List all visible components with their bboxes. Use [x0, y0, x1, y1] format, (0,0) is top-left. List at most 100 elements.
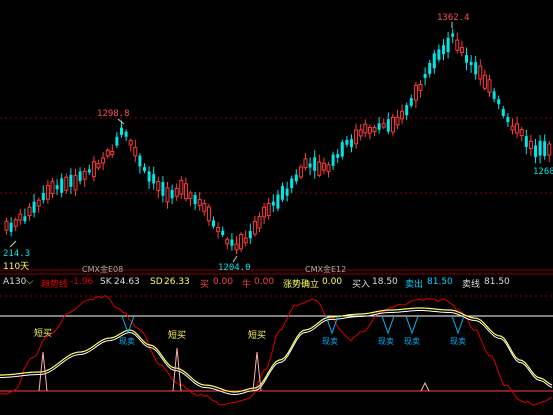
candle[interactable] — [350, 139, 353, 148]
candle[interactable] — [147, 171, 151, 182]
candle[interactable] — [50, 180, 55, 194]
candlestick-series[interactable] — [4, 28, 552, 254]
candle[interactable] — [197, 199, 202, 206]
candle[interactable] — [510, 125, 515, 131]
candle[interactable] — [395, 116, 400, 126]
candle[interactable] — [73, 174, 78, 191]
candle[interactable] — [64, 176, 69, 191]
candle[interactable] — [138, 155, 142, 167]
candle[interactable] — [303, 158, 308, 169]
candle[interactable] — [13, 219, 18, 227]
candle[interactable] — [32, 201, 36, 213]
candle[interactable] — [271, 201, 275, 206]
candle[interactable] — [336, 154, 340, 158]
candle[interactable] — [165, 187, 170, 203]
candle[interactable] — [451, 33, 455, 37]
indicator-name[interactable]: A130⌵ — [3, 277, 33, 287]
candle[interactable] — [115, 136, 119, 146]
candle[interactable] — [534, 145, 537, 158]
candle[interactable] — [474, 62, 478, 75]
candle[interactable] — [276, 194, 280, 209]
candle[interactable] — [405, 105, 409, 116]
candle[interactable] — [354, 129, 359, 145]
candle[interactable] — [174, 187, 179, 197]
candle[interactable] — [367, 126, 372, 134]
candle[interactable] — [110, 150, 115, 156]
candle[interactable] — [413, 84, 418, 101]
candle[interactable] — [497, 99, 501, 105]
candle[interactable] — [18, 213, 23, 221]
candle[interactable] — [308, 163, 312, 168]
candle[interactable] — [82, 170, 87, 180]
candle[interactable] — [91, 161, 96, 178]
candle[interactable] — [363, 123, 368, 134]
period-label[interactable]: 110天 — [3, 262, 29, 273]
candle[interactable] — [381, 123, 386, 128]
candle[interactable] — [321, 162, 326, 171]
candle[interactable] — [60, 178, 64, 193]
candle[interactable] — [390, 116, 395, 133]
candle[interactable] — [257, 215, 262, 229]
candle[interactable] — [239, 233, 244, 250]
candle[interactable] — [442, 45, 445, 55]
candle[interactable] — [101, 157, 106, 164]
candle[interactable] — [161, 182, 165, 196]
candle[interactable] — [143, 167, 146, 172]
candle[interactable] — [36, 199, 41, 207]
candle[interactable] — [152, 174, 156, 184]
candle[interactable] — [409, 98, 413, 106]
candle[interactable] — [120, 127, 123, 135]
candle[interactable] — [538, 140, 542, 156]
candle[interactable] — [331, 154, 335, 166]
candle[interactable] — [313, 157, 317, 171]
candle[interactable] — [202, 202, 207, 212]
candle[interactable] — [418, 84, 423, 91]
candle[interactable] — [478, 65, 483, 80]
candle[interactable] — [423, 74, 427, 79]
candle[interactable] — [386, 119, 390, 132]
candle[interactable] — [294, 174, 298, 182]
candle[interactable] — [482, 74, 487, 89]
candle[interactable] — [400, 110, 405, 120]
indicator-dropdown-icon[interactable]: ⌵ — [26, 277, 33, 287]
candle[interactable] — [41, 192, 45, 201]
candle[interactable] — [281, 186, 284, 200]
candle[interactable] — [124, 131, 128, 137]
candle[interactable] — [170, 189, 174, 199]
candle[interactable] — [179, 180, 184, 195]
candle[interactable] — [290, 178, 294, 189]
candle[interactable] — [188, 192, 193, 199]
candle[interactable] — [156, 181, 161, 192]
candle[interactable] — [216, 227, 221, 232]
candle[interactable] — [543, 141, 547, 157]
candle[interactable] — [428, 63, 432, 74]
candle[interactable] — [285, 188, 289, 196]
candle[interactable] — [9, 222, 13, 232]
candle[interactable] — [266, 203, 271, 216]
candle[interactable] — [225, 238, 230, 245]
kline-chart[interactable] — [0, 0, 553, 415]
candle[interactable] — [446, 37, 450, 53]
candle[interactable] — [455, 39, 460, 51]
candle[interactable] — [262, 206, 267, 218]
candle[interactable] — [459, 46, 464, 53]
candle[interactable] — [128, 140, 133, 146]
candle[interactable] — [4, 220, 9, 231]
candle[interactable] — [248, 231, 252, 239]
candle[interactable] — [193, 194, 197, 205]
candle[interactable] — [243, 237, 248, 244]
candle[interactable] — [27, 206, 32, 217]
candle[interactable] — [465, 55, 468, 63]
candle[interactable] — [133, 146, 138, 157]
candle[interactable] — [230, 239, 234, 246]
candle[interactable] — [317, 161, 322, 176]
candle[interactable] — [547, 143, 552, 156]
candle[interactable] — [506, 117, 510, 123]
candle[interactable] — [212, 220, 215, 227]
candle[interactable] — [183, 183, 188, 200]
candle[interactable] — [234, 243, 239, 251]
candle[interactable] — [55, 185, 59, 190]
candle[interactable] — [519, 129, 524, 137]
candle[interactable] — [372, 126, 377, 133]
candle[interactable] — [501, 108, 505, 116]
